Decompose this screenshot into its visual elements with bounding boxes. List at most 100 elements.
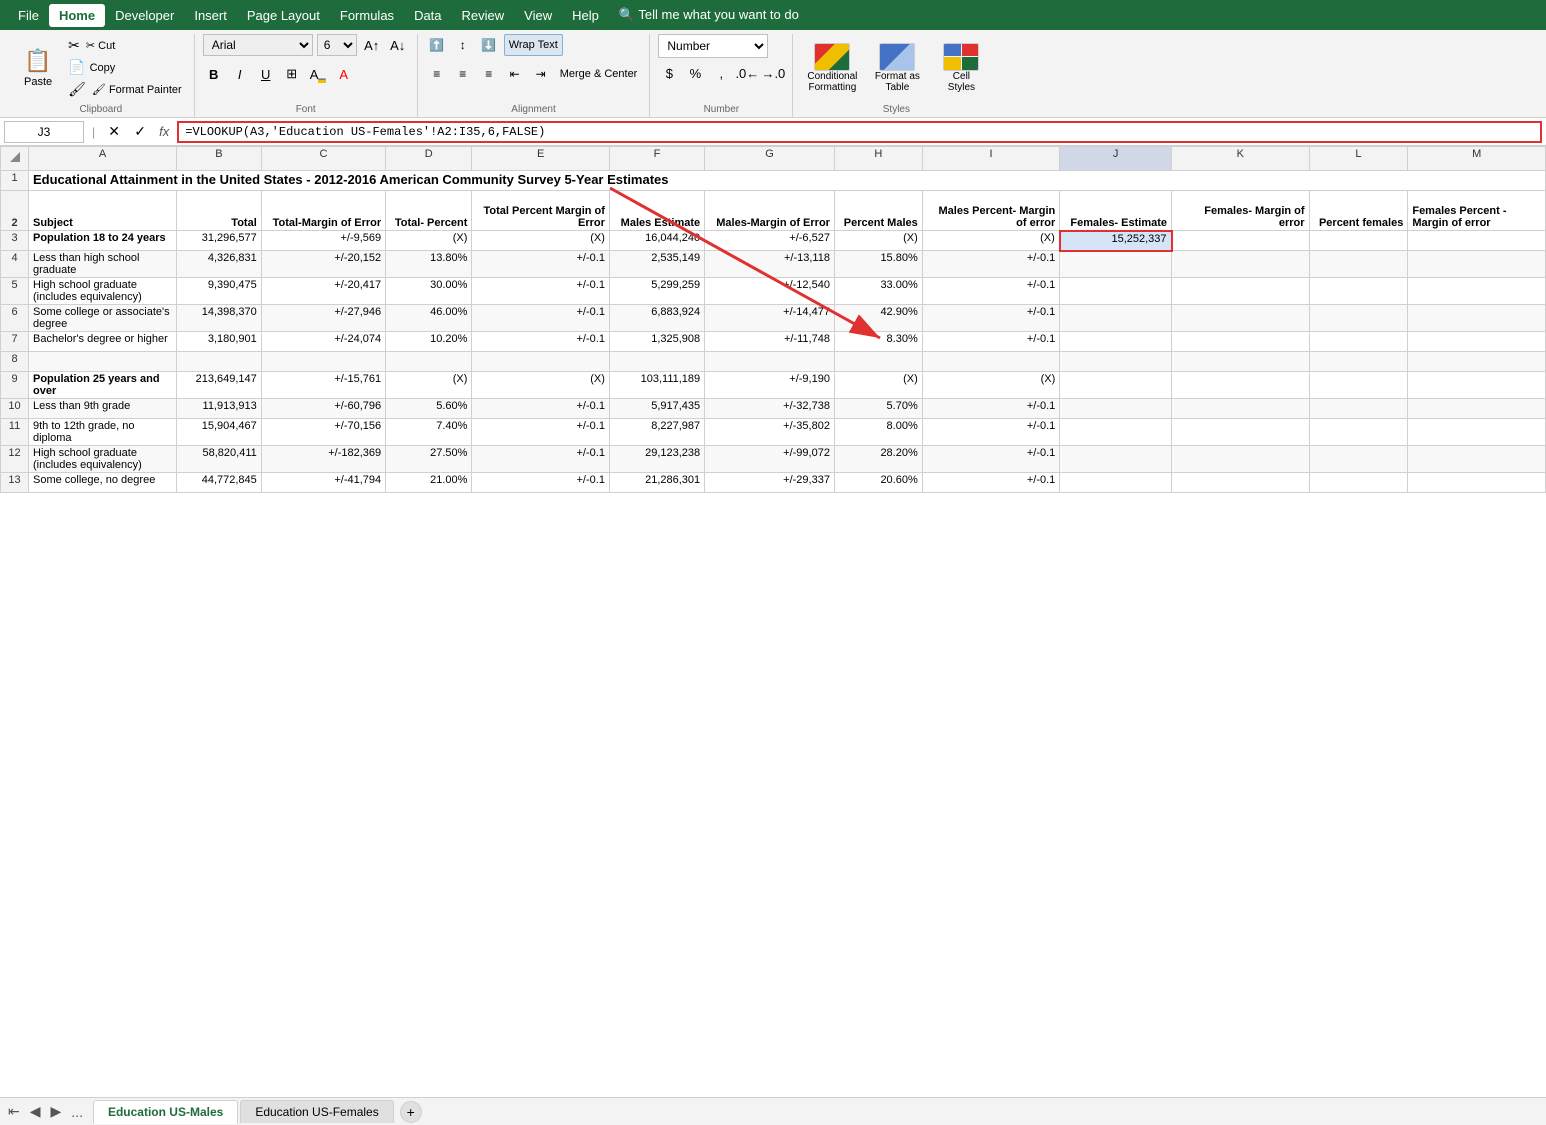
- cell-h5[interactable]: 33.00%: [834, 278, 922, 305]
- cell-c4[interactable]: +/-20,152: [261, 251, 385, 278]
- confirm-formula-button[interactable]: ✓: [129, 121, 151, 143]
- cell-i13[interactable]: +/-0.1: [922, 473, 1060, 493]
- menu-item-search[interactable]: 🔍 Tell me what you want to do: [609, 3, 809, 27]
- cell-d8[interactable]: [386, 352, 472, 372]
- cell-j10[interactable]: [1060, 399, 1172, 419]
- cell-b13[interactable]: 44,772,845: [177, 473, 262, 493]
- menu-item-view[interactable]: View: [514, 4, 562, 27]
- cell-l9[interactable]: [1309, 372, 1408, 399]
- cell-m4[interactable]: [1408, 251, 1546, 278]
- cell-d2[interactable]: Total- Percent: [386, 191, 472, 231]
- cell-c5[interactable]: +/-20,417: [261, 278, 385, 305]
- cell-h9[interactable]: (X): [834, 372, 922, 399]
- cell-l13[interactable]: [1309, 473, 1408, 493]
- cell-b2[interactable]: Total: [177, 191, 262, 231]
- cell-d6[interactable]: 46.00%: [386, 305, 472, 332]
- cell-g11[interactable]: +/-35,802: [705, 419, 835, 446]
- menu-item-developer[interactable]: Developer: [105, 4, 184, 27]
- cell-c2[interactable]: Total-Margin of Error: [261, 191, 385, 231]
- align-bottom-button[interactable]: ⬇️: [478, 34, 500, 56]
- cell-m11[interactable]: [1408, 419, 1546, 446]
- cell-l4[interactable]: [1309, 251, 1408, 278]
- cell-l3[interactable]: [1309, 231, 1408, 251]
- cell-l11[interactable]: [1309, 419, 1408, 446]
- cell-i10[interactable]: +/-0.1: [922, 399, 1060, 419]
- cell-g4[interactable]: +/-13,118: [705, 251, 835, 278]
- cell-d3[interactable]: (X): [386, 231, 472, 251]
- cell-j7[interactable]: [1060, 332, 1172, 352]
- sheet-tab-females[interactable]: Education US-Females: [240, 1100, 393, 1123]
- title-cell[interactable]: Educational Attainment in the United Sta…: [29, 171, 1546, 191]
- cell-f8[interactable]: [609, 352, 704, 372]
- fill-color-button[interactable]: A_: [307, 63, 329, 85]
- cell-g2[interactable]: Males-Margin of Error: [705, 191, 835, 231]
- formula-input[interactable]: [177, 121, 1542, 143]
- cell-m6[interactable]: [1408, 305, 1546, 332]
- cell-a11[interactable]: 9th to 12th grade, no diploma: [29, 419, 177, 446]
- wrap-text-button[interactable]: Wrap Text: [504, 34, 563, 56]
- sheet-nav-left-left[interactable]: ⇤: [4, 1101, 24, 1122]
- increase-font-button[interactable]: A↑: [361, 34, 383, 56]
- cell-k4[interactable]: [1172, 251, 1310, 278]
- align-right-button[interactable]: ≡: [478, 63, 500, 85]
- format-as-table-button[interactable]: Format asTable: [867, 41, 927, 95]
- paste-button[interactable]: 📋 Paste: [16, 40, 60, 96]
- decrease-indent-button[interactable]: ⇤: [504, 63, 526, 85]
- cell-h4[interactable]: 15.80%: [834, 251, 922, 278]
- cell-d7[interactable]: 10.20%: [386, 332, 472, 352]
- cell-c3[interactable]: +/-9,569: [261, 231, 385, 251]
- cell-m7[interactable]: [1408, 332, 1546, 352]
- cell-d11[interactable]: 7.40%: [386, 419, 472, 446]
- cell-b7[interactable]: 3,180,901: [177, 332, 262, 352]
- cell-g7[interactable]: +/-11,748: [705, 332, 835, 352]
- add-sheet-button[interactable]: +: [400, 1101, 422, 1123]
- spreadsheet-container[interactable]: A B C D E F G H I J K L M 1: [0, 146, 1546, 1096]
- cell-j13[interactable]: [1060, 473, 1172, 493]
- cell-j8[interactable]: [1060, 352, 1172, 372]
- col-header-f[interactable]: F: [609, 147, 704, 171]
- conditional-formatting-button[interactable]: ConditionalFormatting: [801, 41, 863, 95]
- cell-l6[interactable]: [1309, 305, 1408, 332]
- decrease-decimal-button[interactable]: .0←: [736, 62, 758, 84]
- cell-h13[interactable]: 20.60%: [834, 473, 922, 493]
- cell-h11[interactable]: 8.00%: [834, 419, 922, 446]
- col-header-e[interactable]: E: [472, 147, 610, 171]
- cell-g12[interactable]: +/-99,072: [705, 446, 835, 473]
- cell-i11[interactable]: +/-0.1: [922, 419, 1060, 446]
- cell-m9[interactable]: [1408, 372, 1546, 399]
- cell-f5[interactable]: 5,299,259: [609, 278, 704, 305]
- cell-g6[interactable]: +/-14,477: [705, 305, 835, 332]
- cell-f2[interactable]: Males Estimate: [609, 191, 704, 231]
- cell-c7[interactable]: +/-24,074: [261, 332, 385, 352]
- cell-h7[interactable]: 8.30%: [834, 332, 922, 352]
- cell-k6[interactable]: [1172, 305, 1310, 332]
- cell-m5[interactable]: [1408, 278, 1546, 305]
- cell-f10[interactable]: 5,917,435: [609, 399, 704, 419]
- cell-f12[interactable]: 29,123,238: [609, 446, 704, 473]
- cell-h8[interactable]: [834, 352, 922, 372]
- font-size-select[interactable]: 6: [317, 34, 357, 56]
- cell-b8[interactable]: [177, 352, 262, 372]
- increase-decimal-button[interactable]: →.0: [762, 62, 784, 84]
- menu-item-data[interactable]: Data: [404, 4, 451, 27]
- format-painter-button[interactable]: 🖌 🖌 Format Painter: [64, 79, 186, 100]
- cell-l10[interactable]: [1309, 399, 1408, 419]
- cell-e6[interactable]: +/-0.1: [472, 305, 610, 332]
- cell-d5[interactable]: 30.00%: [386, 278, 472, 305]
- sheet-nav-ellipsis[interactable]: ...: [67, 1102, 87, 1122]
- cell-k9[interactable]: [1172, 372, 1310, 399]
- cell-c9[interactable]: +/-15,761: [261, 372, 385, 399]
- menu-item-formulas[interactable]: Formulas: [330, 4, 404, 27]
- cell-g3[interactable]: +/-6,527: [705, 231, 835, 251]
- cell-d12[interactable]: 27.50%: [386, 446, 472, 473]
- cell-c10[interactable]: +/-60,796: [261, 399, 385, 419]
- col-header-d[interactable]: D: [386, 147, 472, 171]
- cell-k7[interactable]: [1172, 332, 1310, 352]
- cell-e3[interactable]: (X): [472, 231, 610, 251]
- cell-j3[interactable]: 15,252,337: [1060, 231, 1172, 251]
- cell-a9[interactable]: Population 25 years and over: [29, 372, 177, 399]
- cell-b12[interactable]: 58,820,411: [177, 446, 262, 473]
- sheet-tab-males[interactable]: Education US-Males: [93, 1100, 238, 1124]
- cell-e8[interactable]: [472, 352, 610, 372]
- cell-d13[interactable]: 21.00%: [386, 473, 472, 493]
